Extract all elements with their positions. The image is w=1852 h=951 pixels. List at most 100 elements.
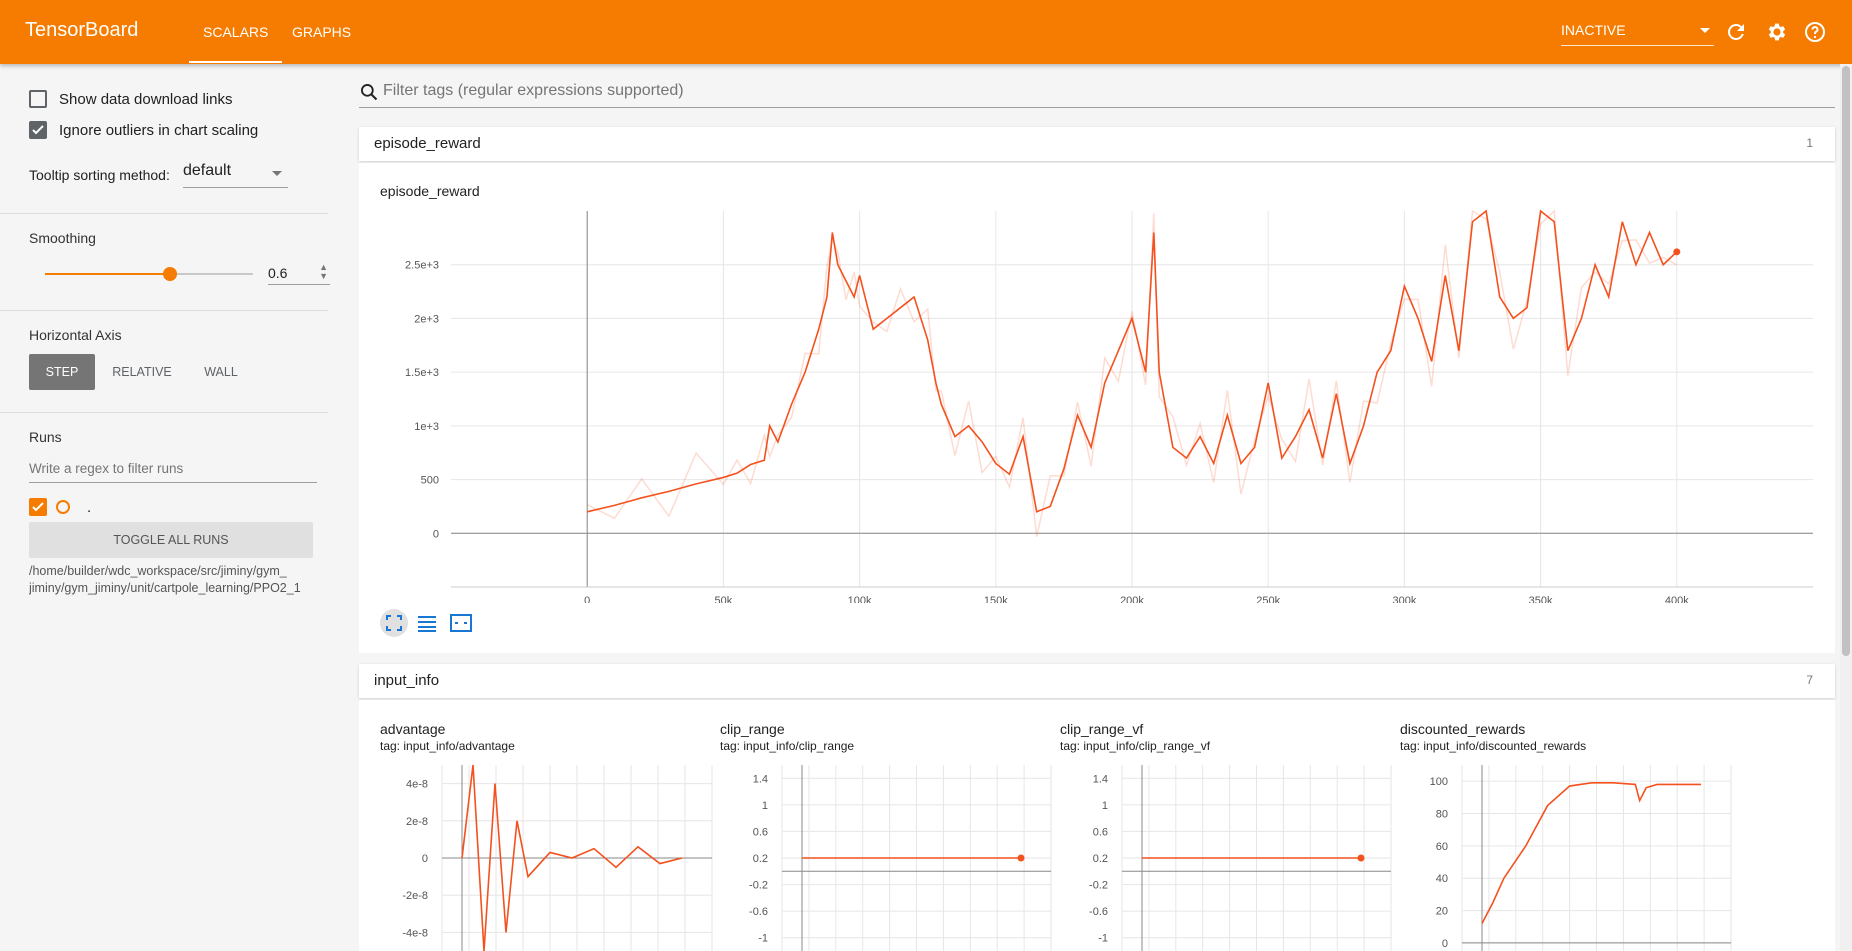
y-tick-label: 0.2 <box>753 853 768 865</box>
y-tick-label: 1 <box>762 800 768 812</box>
category-count: 1 <box>1806 136 1813 150</box>
ignore-outliers-checkbox[interactable]: Ignore outliers in chart scaling <box>29 121 258 139</box>
y-tick-label: 500 <box>421 475 439 487</box>
top-app-bar: TensorBoard SCALARS GRAPHS INACTIVE <box>0 0 1852 64</box>
y-tick-label: 60 <box>1436 841 1448 853</box>
y-tick-label: 0 <box>1442 938 1448 950</box>
x-tick-label: 200k <box>1120 595 1144 603</box>
axis-step-button[interactable]: STEP <box>29 354 95 390</box>
divider <box>0 310 328 311</box>
tab-scalars[interactable]: SCALARS <box>188 24 283 63</box>
x-tick-label: 300k <box>1392 595 1416 603</box>
chevron-down-icon <box>272 171 282 176</box>
tooltip-sorting-value: default <box>183 162 232 179</box>
y-tick-label: -1 <box>1098 933 1108 945</box>
y-tick-label: 100 <box>1430 776 1448 788</box>
y-tick-label: -0.2 <box>749 880 768 892</box>
y-tick-label: 1.4 <box>753 773 768 785</box>
series-last-point <box>1017 854 1025 862</box>
run-path-line: jiminy/gym_jiminy/unit/cartpole_learning… <box>29 581 301 595</box>
tag-filter-input[interactable]: Filter tags (regular expressions support… <box>359 78 1835 108</box>
tab-graphs[interactable]: GRAPHS <box>292 24 351 40</box>
spinner-arrows-icon[interactable]: ▲ ▼ <box>319 263 328 281</box>
y-tick-label: -0.2 <box>1089 880 1108 892</box>
y-tick-label: -4e-8 <box>402 927 428 939</box>
y-tick-label: 0.6 <box>1093 826 1108 838</box>
category-count: 7 <box>1806 673 1813 687</box>
search-icon <box>361 84 378 101</box>
input-info-charts: advantage tag: input_info/advantage clip… <box>359 700 1835 951</box>
smoothing-value: 0.6 <box>268 265 288 281</box>
series-last-point <box>1673 248 1681 256</box>
help-icon[interactable] <box>1803 20 1827 44</box>
chevron-down-icon <box>1700 28 1710 33</box>
page-scrollbar[interactable] <box>1840 64 1852 951</box>
run-path-line: /home/builder/wdc_workspace/src/jiminy/g… <box>29 564 287 578</box>
y-tick-label: -1 <box>758 933 768 945</box>
x-tick-label: 250k <box>1256 595 1280 603</box>
tooltip-sorting-select[interactable]: default <box>183 162 288 188</box>
x-tick-label: 0 <box>584 595 590 603</box>
run-row[interactable]: . <box>29 498 91 516</box>
smoothing-title: Smoothing <box>29 230 96 246</box>
y-tick-label: 1.5e+3 <box>405 367 439 379</box>
x-tick-label: 100k <box>848 595 872 603</box>
refresh-icon[interactable] <box>1724 20 1748 44</box>
y-tick-label: 0.6 <box>753 826 768 838</box>
y-tick-label: 80 <box>1436 809 1448 821</box>
y-tick-label: 1 <box>1102 800 1108 812</box>
axis-relative-button[interactable]: RELATIVE <box>105 354 179 390</box>
run-path: /home/builder/wdc_workspace/src/jiminy/g… <box>29 563 329 597</box>
run-checkbox-icon[interactable] <box>29 498 47 516</box>
axis-wall-button[interactable]: WALL <box>194 354 248 390</box>
runs-filter-placeholder: Write a regex to filter runs <box>29 461 184 476</box>
divider <box>0 213 328 214</box>
status-select[interactable]: INACTIVE <box>1561 22 1714 46</box>
runs-title: Runs <box>29 429 62 445</box>
divider <box>0 412 328 413</box>
scrollbar-thumb[interactable] <box>1842 66 1850 656</box>
show-download-links-label: Show data download links <box>59 90 233 108</box>
ignore-outliers-label: Ignore outliers in chart scaling <box>59 121 259 139</box>
category-header-input-info[interactable]: input_info 7 <box>359 664 1835 698</box>
fit-domain-icon[interactable] <box>380 609 408 637</box>
toggle-all-runs-button[interactable]: TOGGLE ALL RUNS <box>29 522 313 558</box>
input-info-chart-canvas[interactable]: 4e-8 2e-8 0 -2e-8 -4e-8 1.4 1 0.6 0.2 -0.2 -0.6 -1 1… <box>359 700 1835 951</box>
horizontal-axis-title: Horizontal Axis <box>29 327 122 343</box>
app-title: TensorBoard <box>25 19 139 41</box>
y-tick-label: 40 <box>1436 873 1448 885</box>
category-name: episode_reward <box>374 135 481 152</box>
log-scale-icon[interactable] <box>450 614 472 632</box>
episode-reward-chart[interactable]: 0 50k 100k 150k 200k 250k 300k 350k 400k 0 500 1e+3… <box>359 163 1835 603</box>
checkbox-empty-icon <box>29 90 47 108</box>
chart-card-episode-reward: episode_reward 0 50k 100k 150k 200k 250k 300k 3… <box>359 163 1835 653</box>
x-tick-label: 150k <box>984 595 1008 603</box>
y-tick-label: 1.4 <box>1093 773 1108 785</box>
y-tick-label: -2e-8 <box>402 890 428 902</box>
y-tick-label: -0.6 <box>749 906 768 918</box>
run-name: . <box>87 498 92 516</box>
x-tick-label: 400k <box>1665 595 1689 603</box>
y-tick-label: 1e+3 <box>414 421 439 433</box>
smoothing-value-input[interactable]: 0.6 ▲ ▼ <box>268 261 330 285</box>
x-tick-label: 50k <box>715 595 733 603</box>
y-tick-label: 2e-8 <box>406 816 428 828</box>
smoothing-slider-knob[interactable] <box>162 267 177 281</box>
settings-icon[interactable] <box>1764 20 1788 44</box>
status-value: INACTIVE <box>1561 22 1626 38</box>
run-color-circle-icon[interactable] <box>55 499 71 515</box>
y-tick-label: 2e+3 <box>414 313 439 325</box>
category-name: input_info <box>374 672 440 689</box>
series-line <box>1481 781 1701 924</box>
series-last-point <box>1357 854 1365 862</box>
checkbox-checked-icon <box>29 121 47 139</box>
smoothing-slider-fill <box>45 273 170 275</box>
data-list-icon[interactable] <box>417 614 437 632</box>
show-download-links-checkbox[interactable]: Show data download links <box>29 90 232 108</box>
category-header-episode-reward[interactable]: episode_reward 1 <box>359 127 1835 161</box>
tag-filter-placeholder: Filter tags (regular expressions support… <box>383 82 684 99</box>
sidebar: Show data download links Ignore outliers… <box>0 64 340 951</box>
y-tick-label: 0 <box>422 853 428 865</box>
smoothing-slider[interactable] <box>45 267 253 281</box>
runs-filter-input[interactable]: Write a regex to filter runs <box>29 461 317 483</box>
